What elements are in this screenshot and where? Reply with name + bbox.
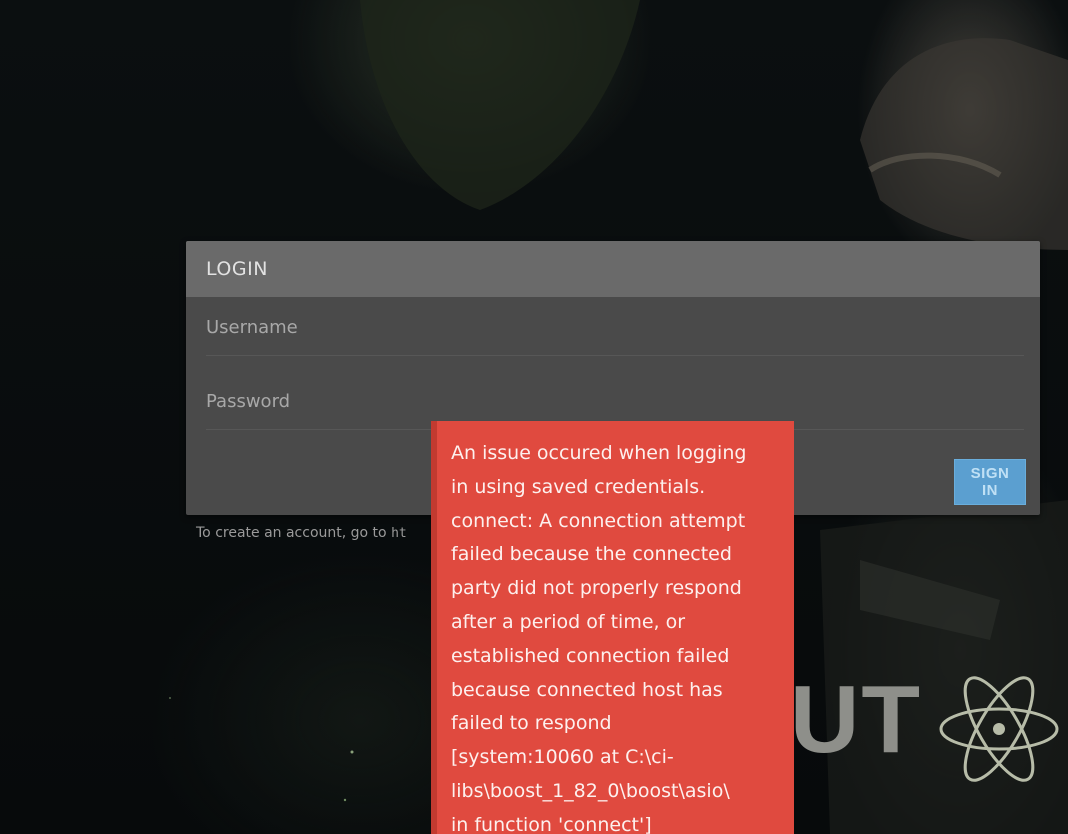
error-message: An issue occured when logging in using s… [451, 442, 747, 834]
username-field[interactable] [206, 300, 1024, 356]
username-input[interactable] [206, 300, 1024, 355]
brand-logo: UT [790, 670, 1068, 790]
login-header: LOGIN [186, 241, 1040, 297]
login-title: LOGIN [206, 258, 268, 280]
sign-in-button[interactable]: SIGN IN [954, 459, 1026, 505]
error-toast[interactable]: An issue occured when logging in using s… [431, 421, 794, 834]
create-account-link[interactable]: ht [391, 526, 407, 541]
brand-logo-text: UT [790, 666, 922, 773]
create-account-text: To create an account, go to [196, 525, 392, 541]
create-account-note: To create an account, go to ht [196, 525, 407, 541]
atom-icon [939, 676, 1059, 782]
